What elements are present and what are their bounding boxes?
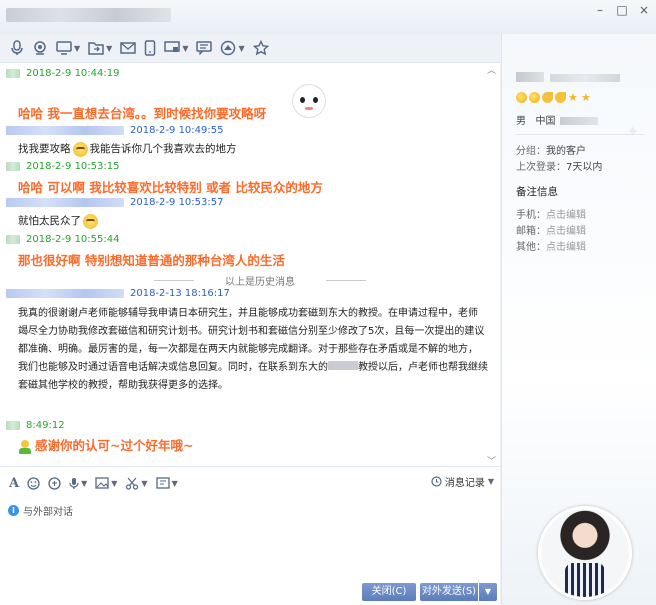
chevron-down-icon[interactable]: ▼ — [182, 44, 188, 53]
chat-history[interactable]: ︿ 2018-2-9 10:44:19 哈哈 我一直想去台湾。。到时候找你要攻略… — [0, 62, 500, 467]
message-meta: 2018-2-9 10:53:57 — [6, 197, 223, 208]
laughing-emoji-icon — [83, 213, 98, 229]
mail-icon[interactable] — [116, 37, 140, 59]
message-icon[interactable] — [192, 37, 216, 59]
message-meta: 2018-2-9 10:44:19 — [6, 68, 119, 79]
laughing-emoji-icon — [72, 141, 88, 157]
level-badges: ★ ★ — [516, 92, 592, 103]
remark-title: 备注信息 — [516, 186, 558, 198]
sender-name-redacted — [6, 126, 124, 135]
contact-name-redacted — [516, 72, 544, 82]
star-badge-icon: ★ — [568, 91, 578, 104]
message-time: 2018-2-9 10:53:57 — [130, 197, 224, 208]
chevron-up-icon[interactable]: ︿ — [487, 63, 496, 76]
remote-desktop-icon[interactable]: ▼ — [160, 37, 192, 59]
more-icon[interactable]: ▼ — [153, 474, 181, 492]
sender-name-redacted — [6, 69, 20, 78]
outside-chat-hint: i 与外部对话 — [8, 503, 73, 518]
send-button[interactable]: 对外发送(S) — [420, 583, 478, 601]
chat-toolbar: ▼ ▼ ▼ ▼ — [0, 34, 500, 62]
voice-message-icon[interactable]: ▼ — [66, 474, 90, 492]
message-time: 8:49:12 — [26, 420, 65, 431]
remark-other[interactable]: 其他：点击编辑 — [516, 238, 586, 253]
minimize-icon[interactable]: – — [592, 2, 608, 18]
message-text: 那也很好啊 特别想知道普通的那种台湾人的生活 — [18, 253, 285, 268]
contact-info-panel: ★ ★ 男 中国 ✦ 分组：我的客户 上次登录：7天以内 备注信息 手机：点击编… — [501, 34, 656, 604]
video-icon[interactable] — [28, 37, 52, 59]
info-icon: i — [8, 505, 19, 516]
remark-phone[interactable]: 手机：点击编辑 — [516, 206, 586, 221]
avatar[interactable] — [538, 506, 632, 600]
magic-emoji-icon[interactable] — [45, 474, 64, 492]
sender-name-redacted — [6, 162, 20, 171]
message-time: 2018-2-9 10:55:44 — [26, 234, 120, 245]
app-icon[interactable]: ▼ — [216, 37, 248, 59]
message-time: 2018-2-13 18:16:17 — [130, 288, 230, 299]
sun-badge-icon — [516, 92, 527, 103]
message-time: 2018-2-9 10:53:15 — [26, 161, 120, 172]
sender-name-redacted — [6, 289, 124, 298]
divider — [516, 134, 644, 135]
microphone-icon[interactable] — [6, 37, 28, 59]
message-time: 2018-2-9 10:49:55 — [130, 125, 224, 136]
sender-name-redacted — [6, 235, 20, 244]
window-controls: – □ × — [592, 2, 652, 18]
moon-badge-icon — [555, 92, 566, 103]
contact-last-login: 上次登录：7天以内 — [516, 162, 603, 173]
message-meta: 8:49:12 — [6, 420, 65, 431]
message-text: 哈哈 可以啊 我比较喜欢比较特别 或者 比较民众的地方 — [18, 180, 323, 195]
sender-name-redacted — [6, 421, 20, 430]
font-icon[interactable]: A — [6, 474, 22, 492]
message-meta: 2018-2-13 18:16:17 — [6, 288, 230, 299]
contact-signature-redacted — [550, 74, 620, 82]
message-meta: 2018-2-9 10:53:15 — [6, 161, 119, 172]
chevron-down-icon[interactable]: ▼ — [141, 479, 147, 488]
chevron-down-icon[interactable]: ▼ — [238, 44, 244, 53]
message-text: 感谢你的认可~过个好年哦~ — [18, 435, 193, 454]
location-redacted — [559, 117, 598, 125]
chevron-down-icon[interactable]: ▼ — [172, 479, 178, 488]
sun-badge-icon — [529, 92, 540, 103]
chevron-down-icon[interactable]: ▼ — [74, 44, 80, 53]
message-time: 2018-2-9 10:44:19 — [26, 68, 120, 79]
window-title-redacted — [6, 8, 171, 22]
chevron-down-icon[interactable]: ▼ — [111, 479, 117, 488]
message-text: 找我要攻略 我能告诉你几个我喜欢去的地方 — [18, 141, 237, 157]
file-transfer-icon[interactable]: ▼ — [84, 37, 116, 59]
message-text: 就怕太民众了 — [18, 213, 100, 229]
decoration-star-icon: ✦ — [626, 122, 640, 141]
history-divider: 以上是历史消息 — [154, 273, 366, 288]
remark-email[interactable]: 邮箱：点击编辑 — [516, 222, 586, 237]
message-log-button[interactable]: 消息记录 ▼ — [431, 474, 494, 489]
contact-group: 分组：我的客户 — [516, 146, 586, 157]
input-toolbar: A ▼ ▼ ▼ ▼ — [6, 474, 181, 492]
contact-basic-info: 男 中国 — [516, 112, 598, 127]
thanks-sticker-icon — [18, 439, 32, 454]
star-badge-icon: ★ — [581, 91, 591, 104]
message-meta: 2018-2-9 10:55:44 — [6, 234, 119, 245]
chevron-down-icon[interactable]: ▼ — [106, 44, 112, 53]
image-icon[interactable]: ▼ — [92, 474, 120, 492]
sender-name-redacted — [6, 198, 124, 207]
phone-icon[interactable] — [140, 37, 160, 59]
message-text: 哈哈 我一直想去台湾。。到时候找你要攻略呀 — [18, 106, 267, 121]
moon-badge-icon — [542, 92, 553, 103]
chevron-down-icon[interactable]: ▼ — [488, 477, 494, 486]
emoji-icon[interactable] — [24, 474, 43, 492]
chevron-down-icon[interactable]: ▼ — [81, 479, 87, 488]
send-options-chevron-icon[interactable]: ▼ — [479, 583, 497, 601]
clock-icon — [431, 476, 442, 487]
favorite-icon[interactable] — [249, 37, 273, 59]
screen-share-icon[interactable]: ▼ — [52, 37, 84, 59]
redacted-name — [328, 361, 358, 370]
title-bar: – □ × — [0, 0, 656, 34]
message-meta: 2018-2-9 10:49:55 — [6, 125, 223, 136]
close-button[interactable]: 关闭(C) — [362, 583, 416, 601]
screenshot-icon[interactable]: ▼ — [122, 474, 150, 492]
sticker-icon — [292, 84, 326, 118]
message-input-area[interactable]: A ▼ ▼ ▼ ▼ 消息记录 ▼ i 与外部对话 关闭(C) 对外发送(S) ▼ — [0, 466, 500, 605]
maximize-icon[interactable]: □ — [614, 2, 630, 18]
long-message-text: 我真的很谢谢卢老师能够辅导我申请日本研究生，并且能够成功套磁到东大的教授。在申请… — [18, 308, 488, 391]
close-icon[interactable]: × — [636, 2, 652, 18]
